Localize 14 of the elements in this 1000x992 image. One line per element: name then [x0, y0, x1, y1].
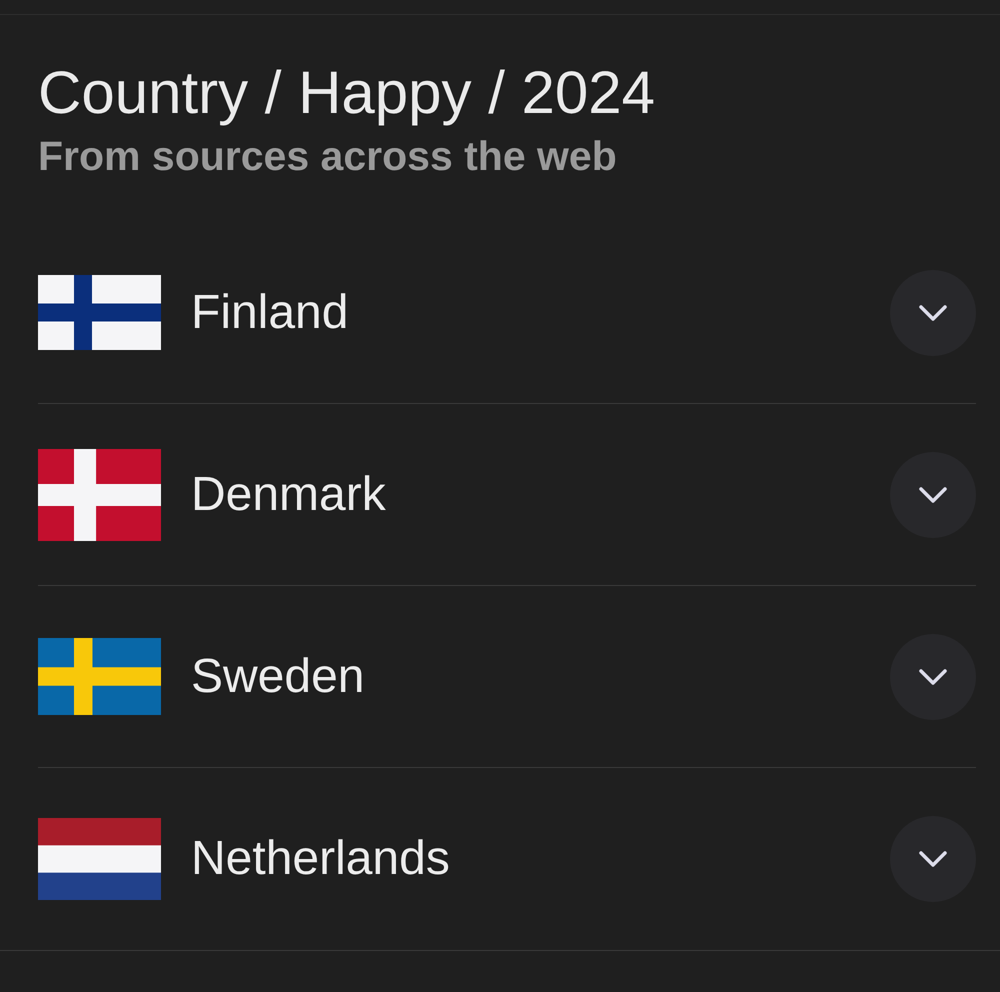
chevron-icon [918, 304, 948, 322]
chevron-icon [918, 486, 948, 504]
page-title: Country / Happy / 2024 [38, 58, 656, 128]
flag-icon [38, 638, 161, 715]
subtitle: From sources across the web [38, 133, 617, 179]
country-name: Finland [191, 284, 350, 340]
chevron-icon [918, 668, 948, 686]
country-name: Sweden [191, 648, 366, 704]
flag-icon [38, 818, 161, 900]
flag-icon [38, 275, 161, 350]
chevron-icon [918, 850, 948, 868]
country-name: Denmark [191, 466, 387, 522]
flag-icon [38, 448, 161, 540]
country-name: Netherlands [191, 831, 451, 887]
